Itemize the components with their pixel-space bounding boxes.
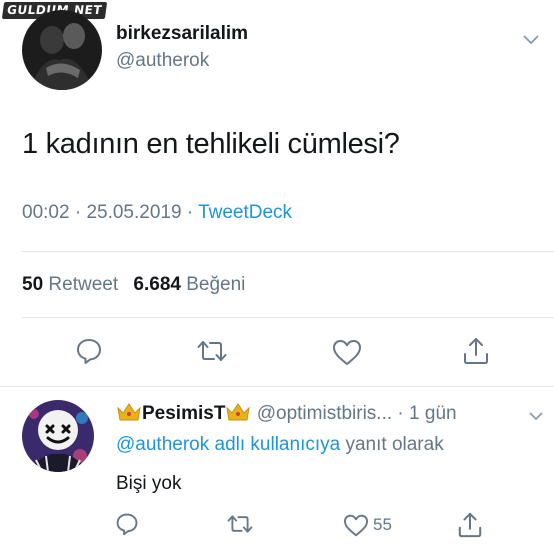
retweet-count[interactable]: 50 xyxy=(22,274,43,295)
share-button[interactable] xyxy=(462,336,490,366)
like-button[interactable] xyxy=(332,339,362,366)
divider xyxy=(22,251,554,252)
reply-retweet-button[interactable] xyxy=(226,513,254,535)
replying-to: @autherok adlı kullanıcıya yanıt olarak xyxy=(116,434,444,456)
reply-icon xyxy=(77,339,101,364)
display-name[interactable]: birkezsarilalim xyxy=(116,23,248,45)
user-handle[interactable]: @autherok xyxy=(116,50,209,72)
reply-button[interactable] xyxy=(75,337,103,365)
tweet-source-link[interactable]: TweetDeck xyxy=(198,202,292,223)
tweet-text: 1 kadının en tehlikeli cümlesi? xyxy=(22,128,400,160)
share-icon xyxy=(458,512,482,538)
reply-like-count[interactable]: 55 xyxy=(373,515,392,535)
like-label[interactable]: Beğeni xyxy=(186,274,245,295)
retweet-button[interactable] xyxy=(196,338,228,364)
reply-handle[interactable]: @optimistbiris... xyxy=(257,403,392,424)
retweet-label[interactable]: Retweet xyxy=(48,274,118,295)
meta-separator: · xyxy=(74,202,82,223)
reply-mention-link[interactable]: @autherok adlı kullanıcıya xyxy=(116,434,340,455)
avatar[interactable] xyxy=(22,10,102,90)
chevron-down-icon[interactable] xyxy=(523,33,539,45)
retweet-icon xyxy=(197,341,227,361)
reply-display-name[interactable]: PesimisT xyxy=(142,403,225,424)
crown-icon xyxy=(225,402,251,428)
reply-share-button[interactable] xyxy=(457,511,483,539)
reply-reply-button[interactable] xyxy=(115,512,139,536)
tweet-stats: 50 Retweet 6.684 Beğeni xyxy=(22,274,245,296)
meta-separator: · xyxy=(186,202,194,223)
divider xyxy=(22,317,554,318)
reply-header: PesimisT @optimistbiris... · 1 gün xyxy=(116,402,457,428)
like-icon xyxy=(333,340,361,365)
reply-text: Bişi yok xyxy=(116,473,182,494)
reply-like-button[interactable] xyxy=(343,514,369,537)
retweet-icon xyxy=(227,515,253,533)
reply-suffix: yanıt olarak xyxy=(345,434,444,455)
tweet-meta: 00:02 · 25.05.2019 · TweetDeck xyxy=(22,202,292,224)
share-icon xyxy=(464,338,488,364)
like-count[interactable]: 6.684 xyxy=(133,274,181,295)
crown-icon xyxy=(116,402,142,428)
tweet-time: 00:02 xyxy=(22,202,70,223)
reply-avatar[interactable] xyxy=(22,400,94,472)
chevron-down-icon[interactable] xyxy=(529,408,543,421)
reply-icon xyxy=(116,513,138,536)
reply-age[interactable]: · 1 gün xyxy=(397,403,456,424)
tweet-date: 25.05.2019 xyxy=(86,202,182,223)
like-icon xyxy=(343,514,369,537)
divider xyxy=(0,386,554,387)
